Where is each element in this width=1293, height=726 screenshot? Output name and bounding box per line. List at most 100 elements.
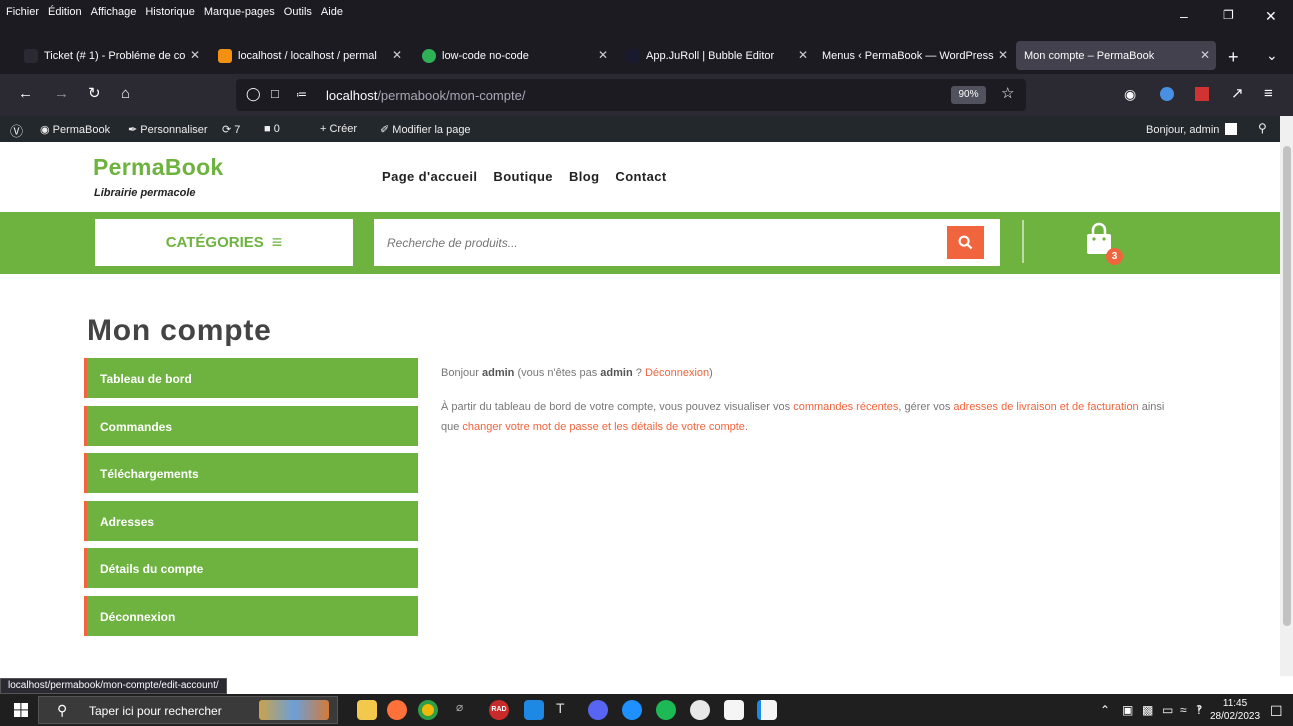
discord-icon[interactable] <box>588 700 608 720</box>
notifications-icon[interactable]: ☐ <box>1270 703 1283 720</box>
app-blue-icon[interactable] <box>622 700 642 720</box>
menu-aide[interactable]: Aide <box>321 6 343 18</box>
list-tabs-icon[interactable]: ⌄ <box>1266 47 1278 64</box>
shield-icon[interactable]: ◯ <box>246 86 261 102</box>
extension-icon[interactable] <box>1160 87 1174 101</box>
pocket-icon[interactable]: ◉ <box>1124 86 1136 102</box>
url-text[interactable]: localhost/permabook/mon-compte/ <box>326 88 525 103</box>
tab-bubble-editor[interactable]: App.JuRoll | Bubble Editor ✕ <box>618 41 814 70</box>
wp-customize-link[interactable]: ✒ Personnaliser <box>128 123 208 136</box>
nav-contact[interactable]: Contact <box>615 169 666 184</box>
permissions-icon[interactable]: ≔ <box>296 87 307 103</box>
tab-wp-menus[interactable]: Menus ‹ PermaBook — WordPress ✕ <box>814 41 1014 70</box>
typora-icon[interactable]: T <box>556 700 576 720</box>
address-bar[interactable]: ◯ □ ≔ localhost/permabook/mon-compte/ 90… <box>236 79 1026 111</box>
windows-start-icon[interactable] <box>14 703 28 717</box>
notepad-icon[interactable] <box>757 700 777 720</box>
tray-network-app-icon[interactable]: ▩ <box>1142 703 1153 717</box>
firefox-icon[interactable] <box>387 700 407 720</box>
minimize-icon[interactable]: – <box>1180 8 1188 24</box>
restore-icon[interactable]: ❐ <box>1223 8 1234 22</box>
tab-close-icon[interactable]: ✕ <box>798 48 808 62</box>
rad-studio-icon[interactable]: RAD <box>489 700 509 720</box>
account-details-link[interactable]: changer votre mot de passe et les détail… <box>462 421 745 433</box>
taskbar-search[interactable]: ⚲ Taper ici pour rechercher <box>38 696 338 724</box>
account-nav-logout[interactable]: Déconnexion <box>84 595 418 636</box>
tab-phpmyadmin[interactable]: localhost / localhost / permal ✕ <box>210 41 408 70</box>
zoom-level-badge[interactable]: 90% <box>951 86 986 104</box>
nav-blog[interactable]: Blog <box>569 169 599 184</box>
search-icon[interactable]: ⚲ <box>1258 121 1267 135</box>
menu-outils[interactable]: Outils <box>284 6 312 18</box>
not-you-text: (vous n'êtes pas <box>517 367 598 379</box>
spotify-icon[interactable] <box>656 700 676 720</box>
back-icon[interactable]: ← <box>18 86 33 102</box>
extension-red-icon[interactable] <box>1195 87 1209 101</box>
recent-orders-link[interactable]: commandes récentes <box>793 401 898 413</box>
wp-account-link[interactable]: Bonjour, admin <box>1146 123 1238 136</box>
account-nav-dashboard[interactable]: Tableau de bord <box>84 358 418 398</box>
home-icon[interactable]: ⌂ <box>121 86 130 102</box>
vscode-icon[interactable] <box>524 700 544 720</box>
reload-icon[interactable]: ↻ <box>88 86 101 102</box>
tab-mon-compte[interactable]: Mon compte – PermaBook ✕ <box>1016 41 1216 70</box>
nav-boutique[interactable]: Boutique <box>493 169 553 184</box>
site-title[interactable]: PermaBook <box>93 154 224 181</box>
wifi-icon[interactable]: ≈ <box>1180 703 1187 717</box>
product-search-input[interactable] <box>374 219 944 266</box>
tray-chevron-icon[interactable]: ⌃ <box>1100 703 1110 717</box>
tab-close-icon[interactable]: ✕ <box>392 48 402 62</box>
page-scrollbar[interactable] <box>1280 116 1293 676</box>
site-tagline: Librairie permacole <box>94 187 196 199</box>
scrollbar-thumb[interactable] <box>1283 146 1291 626</box>
wordpress-logo-icon[interactable]: Ⓥ <box>10 121 23 140</box>
tab-low-code[interactable]: low-code no-code ✕ <box>414 41 614 70</box>
file-explorer-icon[interactable] <box>357 700 377 720</box>
page-icon[interactable]: □ <box>271 86 279 102</box>
app-menu-icon[interactable]: ≡ <box>1264 86 1273 102</box>
app-icon[interactable]: ⌀ <box>456 700 476 720</box>
volume-muted-icon[interactable]: ‽ <box>1196 703 1202 717</box>
menu-affichage[interactable]: Affichage <box>91 6 137 18</box>
cart-button[interactable]: 3 <box>1086 222 1126 266</box>
account-nav-account-details[interactable]: Détails du compte <box>84 548 418 589</box>
addresses-link[interactable]: adresses de livraison et de facturation <box>953 401 1138 413</box>
system-clock[interactable]: 11:45 28/02/2023 <box>1210 697 1260 723</box>
battery-icon[interactable]: ▭ <box>1162 703 1173 717</box>
tab-close-icon[interactable]: ✕ <box>998 48 1008 62</box>
new-tab-icon[interactable]: + <box>1228 47 1239 68</box>
close-window-icon[interactable]: ✕ <box>1265 8 1277 25</box>
close-paren: ) <box>709 367 713 379</box>
tab-close-icon[interactable]: ✕ <box>598 48 608 62</box>
bookmark-star-icon[interactable]: ☆ <box>1001 86 1014 102</box>
account-nav-orders[interactable]: Commandes <box>84 405 418 446</box>
windows-taskbar: ⚲ Taper ici pour rechercher ⌀ RAD T ⌃ ▣ … <box>0 694 1293 726</box>
menu-historique[interactable]: Historique <box>145 6 195 18</box>
nav-accueil[interactable]: Page d'accueil <box>382 169 477 184</box>
share-icon[interactable]: ↗ <box>1231 86 1244 102</box>
categories-button[interactable]: CATÉGORIES ≡ <box>95 219 353 266</box>
search-icon: ⚲ <box>57 702 68 718</box>
document-icon[interactable] <box>724 700 744 720</box>
forward-icon[interactable]: → <box>54 86 69 102</box>
account-nav-addresses[interactable]: Adresses <box>84 500 418 541</box>
account-nav-downloads[interactable]: Téléchargements <box>84 453 418 494</box>
eclipse-icon[interactable] <box>690 700 710 720</box>
wp-comments-link[interactable]: ■ 0 <box>264 123 280 135</box>
tray-app-icon[interactable]: ▣ <box>1122 703 1133 717</box>
cart-count-badge: 3 <box>1106 248 1123 265</box>
wp-updates-link[interactable]: ⟳ 7 <box>222 123 240 136</box>
tab-close-icon[interactable]: ✕ <box>190 48 200 62</box>
tab-close-icon[interactable]: ✕ <box>1200 48 1210 62</box>
wp-edit-page-link[interactable]: ✐ Modifier la page <box>380 123 471 136</box>
menu-edition[interactable]: Édition <box>48 6 82 18</box>
chrome-icon[interactable] <box>418 700 438 720</box>
logout-link[interactable]: Déconnexion <box>645 367 709 379</box>
menu-marque-pages[interactable]: Marque-pages <box>204 6 275 18</box>
tab-ticket[interactable]: Ticket (# 1) - Probléme de co ✕ <box>16 41 206 70</box>
search-button[interactable] <box>947 226 984 259</box>
wp-site-link[interactable]: ◉ PermaBook <box>40 123 110 136</box>
menu-fichier[interactable]: Fichier <box>6 6 39 18</box>
wp-new-link[interactable]: + Créer <box>320 123 357 135</box>
magnifier-icon <box>958 235 973 250</box>
